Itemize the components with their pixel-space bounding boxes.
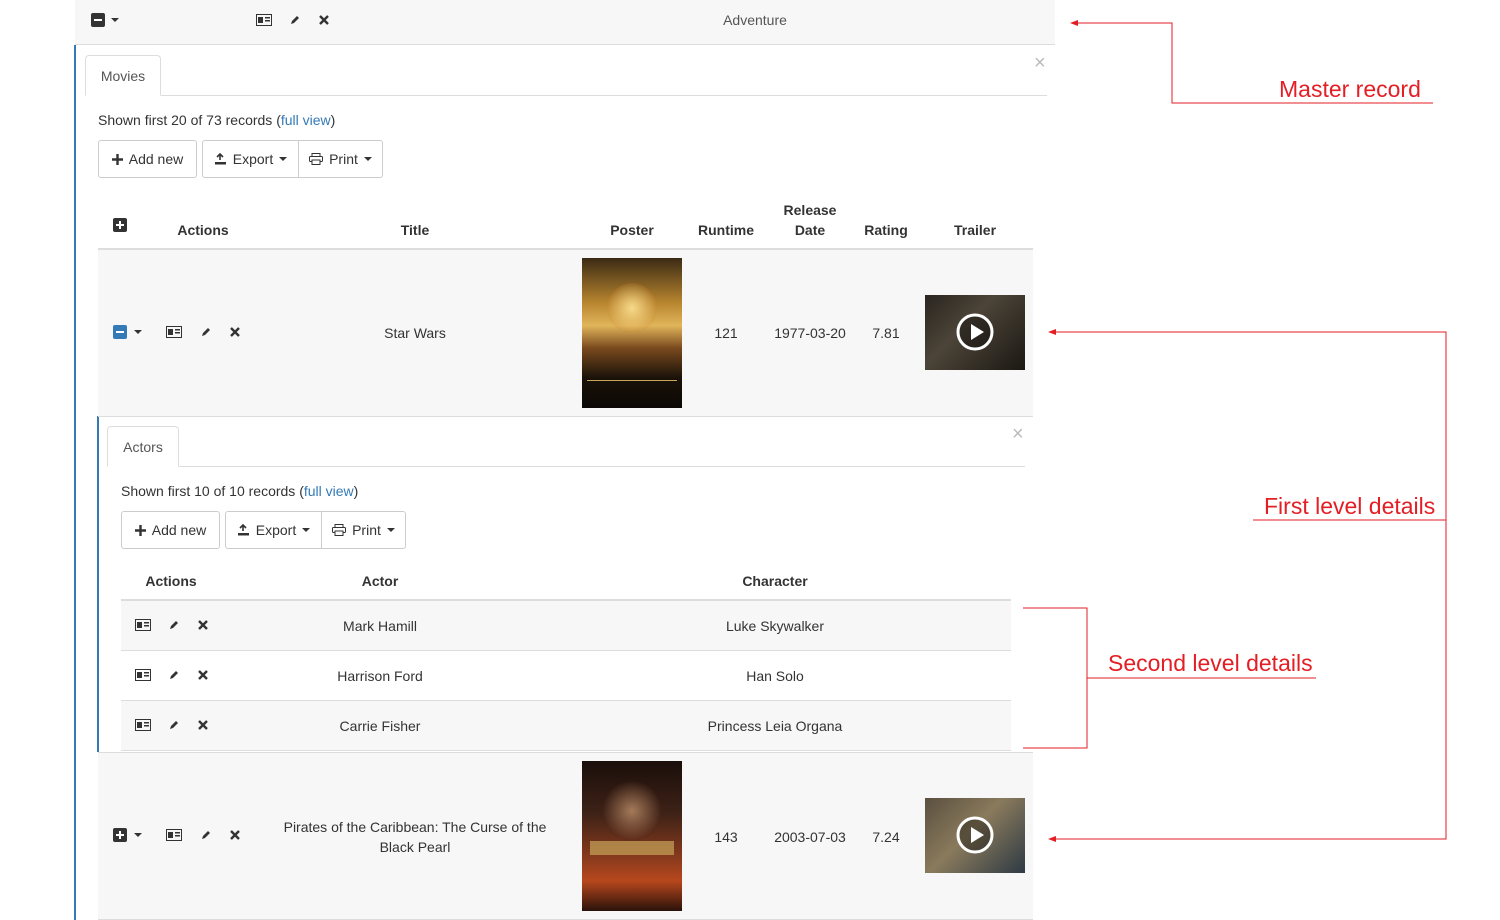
movie-trailer-thumbnail[interactable] <box>925 798 1025 873</box>
print-icon <box>332 524 347 536</box>
edit-pencil-icon[interactable] <box>165 716 183 734</box>
print-icon <box>309 153 324 165</box>
actors-tab-line <box>107 466 1025 467</box>
annotation-master-record: Master record <box>1279 76 1421 102</box>
delete-x-icon[interactable] <box>226 323 244 341</box>
close-icon[interactable]: × <box>1034 52 1046 75</box>
actors-add-new-label: Add new <box>151 522 207 538</box>
plus-icon <box>111 153 123 165</box>
edit-pencil-icon[interactable] <box>165 666 183 684</box>
edit-pencil-icon[interactable] <box>286 11 304 29</box>
movies-print-label: Print <box>329 151 358 167</box>
collapse-icon[interactable] <box>89 11 107 29</box>
play-icon[interactable] <box>955 815 995 855</box>
delete-x-icon[interactable] <box>194 716 212 734</box>
header-runtime[interactable]: Runtime <box>690 220 762 240</box>
movie-release-date: 1977-03-20 <box>774 325 846 341</box>
caret-down-icon[interactable] <box>129 323 147 341</box>
first-level-accent-border <box>74 45 76 920</box>
header-rating[interactable]: Rating <box>855 220 917 240</box>
actors-print-label: Print <box>352 522 381 538</box>
view-card-icon[interactable] <box>165 826 183 844</box>
export-icon <box>237 524 249 536</box>
actors-header-character[interactable]: Character <box>540 571 1010 591</box>
master-genre: Adventure <box>723 12 787 28</box>
actors-add-new-button[interactable]: Add new <box>121 511 220 549</box>
actors-export-button[interactable]: Export <box>225 511 322 549</box>
movies-add-new-button[interactable]: Add new <box>98 140 197 178</box>
movie-trailer-thumbnail[interactable] <box>925 295 1025 370</box>
tab-actors[interactable]: Actors <box>107 426 179 467</box>
header-title[interactable]: Title <box>270 220 560 240</box>
caret-down-icon[interactable] <box>129 826 147 844</box>
movies-summary-prefix: Shown first 20 of 73 records ( <box>98 112 281 128</box>
edit-pencil-icon[interactable] <box>165 616 183 634</box>
movie-poster-image[interactable] <box>582 761 682 911</box>
expand-all-icon[interactable] <box>111 216 129 234</box>
movies-tab-line <box>85 95 1047 96</box>
tab-movies[interactable]: Movies <box>85 55 161 96</box>
header-poster: Poster <box>610 222 654 238</box>
actors-print-button[interactable]: Print <box>321 511 406 549</box>
close-icon[interactable]: × <box>1012 423 1024 446</box>
header-release-line2[interactable]: Date <box>768 220 852 240</box>
second-level-accent-border <box>97 416 99 752</box>
actors-summary-prefix: Shown first 10 of 10 records ( <box>121 483 304 499</box>
movies-export-button[interactable]: Export <box>202 140 299 178</box>
actors-top-border <box>98 416 1033 417</box>
actor-name: Carrie Fisher <box>339 718 421 734</box>
header-release-line1[interactable]: Release <box>768 200 852 220</box>
movies-add-new-label: Add new <box>128 151 184 167</box>
actor-name: Mark Hamill <box>343 618 417 634</box>
actors-header-actions: Actions <box>145 573 197 589</box>
plus-icon <box>134 524 146 536</box>
actor-name: Harrison Ford <box>337 668 423 684</box>
movie-rating: 7.81 <box>872 325 900 341</box>
movie-runtime: 121 <box>714 325 738 341</box>
delete-x-icon[interactable] <box>194 616 212 634</box>
edit-pencil-icon[interactable] <box>197 826 215 844</box>
actor-character: Princess Leia Organa <box>707 718 843 734</box>
movie-runtime: 143 <box>714 828 738 845</box>
view-card-icon[interactable] <box>165 323 183 341</box>
movie-release-date: 2003-07-03 <box>774 828 846 845</box>
actor-character: Luke Skywalker <box>725 618 825 634</box>
actors-export-label: Export <box>255 522 297 538</box>
delete-x-icon[interactable] <box>194 666 212 684</box>
actor-character: Han Solo <box>746 668 804 684</box>
annotation-first-level: First level details <box>1264 493 1436 519</box>
expand-icon[interactable] <box>111 826 129 844</box>
delete-x-icon[interactable] <box>226 826 244 844</box>
actors-summary: Shown first 10 of 10 records (full view) <box>121 483 358 499</box>
delete-x-icon[interactable] <box>315 11 333 29</box>
view-card-icon[interactable] <box>255 11 273 29</box>
view-card-icon[interactable] <box>134 616 152 634</box>
actors-full-view-link[interactable]: full view <box>304 483 354 499</box>
movies-summary: Shown first 20 of 73 records (full view) <box>98 112 335 128</box>
movie-rating: 7.24 <box>872 828 900 845</box>
movie-title: Star Wars <box>384 325 446 341</box>
movie-title: Pirates of the Caribbean: The Curse of t… <box>283 818 547 855</box>
header-trailer: Trailer <box>953 222 997 238</box>
movies-export-label: Export <box>232 151 274 167</box>
caret-down-icon[interactable] <box>106 11 124 29</box>
actors-summary-suffix: ) <box>353 483 359 499</box>
header-actions: Actions <box>177 222 229 238</box>
export-icon <box>214 153 226 165</box>
annotation-second-level: Second level details <box>1108 650 1313 676</box>
movies-full-view-link[interactable]: full view <box>281 112 331 128</box>
movies-summary-suffix: ) <box>330 112 336 128</box>
view-card-icon[interactable] <box>134 666 152 684</box>
collapse-icon[interactable] <box>111 323 129 341</box>
view-card-icon[interactable] <box>134 716 152 734</box>
play-icon[interactable] <box>955 312 995 352</box>
first-level-callout <box>1048 329 1447 842</box>
movies-print-button[interactable]: Print <box>298 140 383 178</box>
actors-header-actor[interactable]: Actor <box>240 571 520 591</box>
second-level-callout <box>1023 607 1316 749</box>
edit-pencil-icon[interactable] <box>197 323 215 341</box>
movie-poster-image[interactable] <box>582 258 682 408</box>
